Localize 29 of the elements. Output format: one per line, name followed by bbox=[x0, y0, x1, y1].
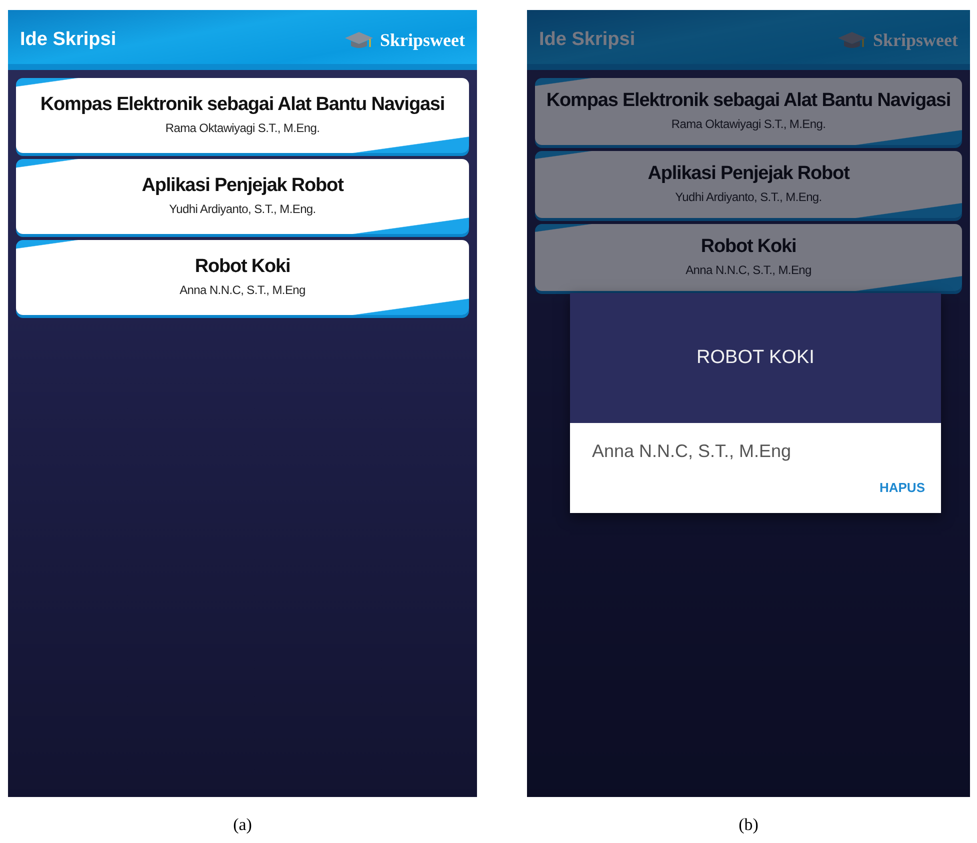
app-title: Ide Skripsi bbox=[539, 29, 636, 51]
supervisor-name: Yudhi Ardiyanto, S.T., M.Eng. bbox=[169, 202, 316, 216]
thesis-title: Robot Koki bbox=[700, 236, 796, 258]
thesis-title: Robot Koki bbox=[194, 256, 290, 278]
thesis-card[interactable]: Robot Koki Anna N.N.C, S.T., M.Eng bbox=[16, 240, 469, 315]
brand-name: Skripsweet bbox=[873, 30, 958, 50]
dialog-title: ROBOT KOKI bbox=[696, 347, 814, 369]
delete-button[interactable]: HAPUS bbox=[879, 472, 925, 499]
supervisor-name: Rama Oktawiyagi S.T., M.Eng. bbox=[165, 121, 320, 135]
figure-caption: (b) bbox=[738, 815, 758, 835]
thesis-card[interactable]: Kompas Elektronik sebagai Alat Bantu Navigasi Rama Oktawiyagi S.T., M.Eng. bbox=[535, 78, 962, 145]
thesis-title: Aplikasi Penjejak Robot bbox=[648, 163, 850, 185]
graduation-cap-icon bbox=[837, 30, 867, 50]
thesis-card[interactable]: Robot Koki Anna N.N.C, S.T., M.Eng bbox=[535, 224, 962, 291]
thesis-title: Aplikasi Penjejak Robot bbox=[142, 175, 344, 197]
supervisor-name: Anna N.N.C, S.T., M.Eng bbox=[686, 263, 812, 277]
supervisor-name: Yudhi Ardiyanto, S.T., M.Eng. bbox=[675, 190, 822, 204]
supervisor-name: Anna N.N.C, S.T., M.Eng bbox=[180, 283, 306, 297]
thesis-title: Kompas Elektronik sebagai Alat Bantu Navigasi bbox=[546, 90, 951, 112]
thesis-title: Kompas Elektronik sebagai Alat Bantu Navigasi bbox=[40, 94, 445, 116]
app-title: Ide Skripsi bbox=[20, 29, 116, 51]
brand-name: Skripsweet bbox=[380, 30, 465, 50]
dialog-message: Anna N.N.C, S.T., M.Eng bbox=[592, 441, 792, 462]
supervisor-name: Rama Oktawiyagi S.T., M.Eng. bbox=[671, 117, 826, 131]
thesis-card[interactable]: Aplikasi Penjejak Robot Yudhi Ardiyanto, S.T., M.Eng. bbox=[535, 151, 962, 218]
graduation-cap-icon bbox=[344, 30, 374, 50]
thesis-card[interactable]: Kompas Elektronik sebagai Alat Bantu Navigasi Rama Oktawiyagi S.T., M.Eng. bbox=[16, 78, 469, 153]
thesis-card[interactable]: Aplikasi Penjejak Robot Yudhi Ardiyanto, S.T., M.Eng. bbox=[16, 159, 469, 234]
figure-caption: (a) bbox=[233, 815, 252, 835]
